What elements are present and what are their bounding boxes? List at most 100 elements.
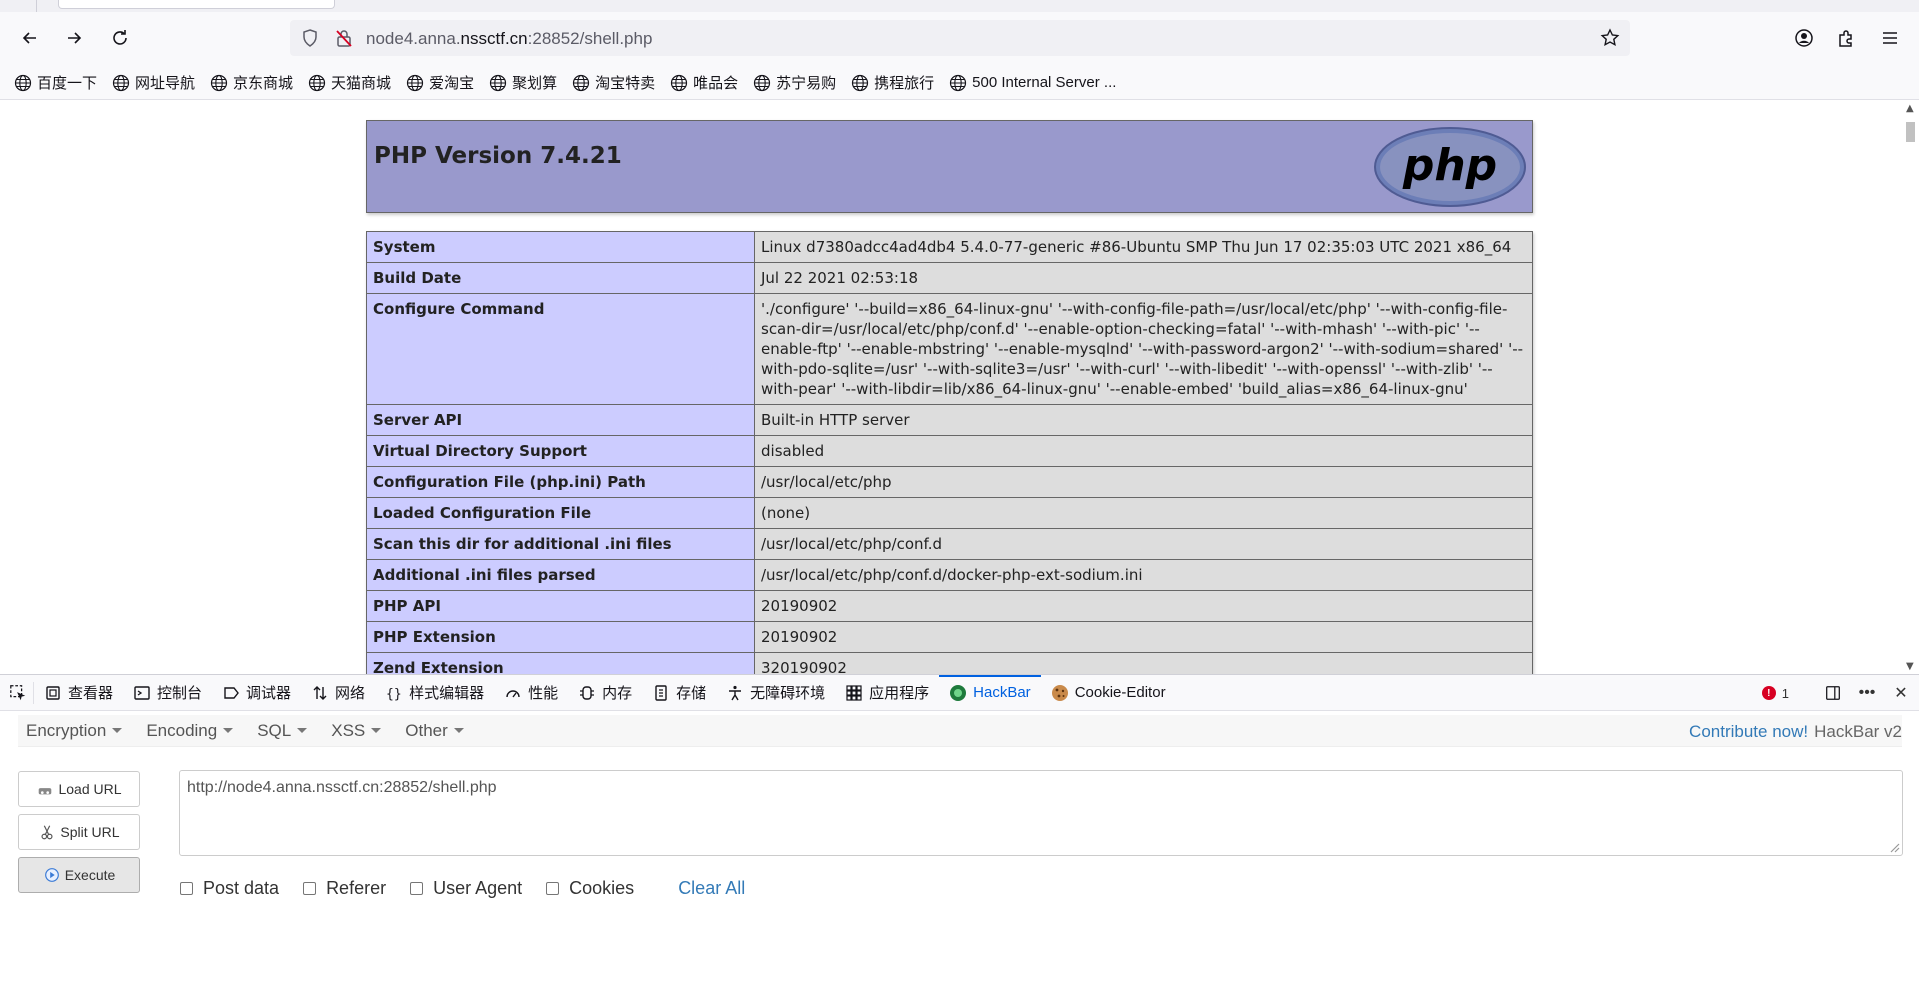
bookmark-item[interactable]: 500 Internal Server ... (949, 74, 1116, 92)
hackbar-menu-sql[interactable]: SQL (257, 721, 308, 741)
bookmark-item[interactable]: 唯品会 (670, 72, 738, 93)
phpinfo-row: Configure Command './configure' '--build=… (366, 293, 1533, 405)
bookmark-item[interactable]: 网址导航 (112, 72, 195, 93)
url-text[interactable]: node4.anna.nssctf.cn:28852/shell.php (366, 29, 652, 49)
hackbar-contribute: Contribute now! HackBar v2 (1689, 722, 1902, 742)
reload-icon (113, 30, 127, 45)
scroll-up-icon[interactable]: ▲ (1906, 103, 1914, 114)
bookmark-star-icon[interactable] (1600, 28, 1620, 48)
load-url-label: Load URL (58, 781, 122, 797)
active-tab[interactable] (58, 0, 335, 9)
globe-icon (489, 74, 507, 91)
split-url-label: Split URL (60, 824, 120, 840)
extensions-button[interactable] (1830, 22, 1862, 54)
checkbox[interactable] (546, 882, 560, 895)
phpinfo-value: Built-in HTTP server (754, 404, 1533, 436)
bookmark-item[interactable]: 天猫商城 (308, 72, 391, 93)
devtools-panel: 查看器 控制台 调试器 网络 {} 样式编辑器 性能 内存 存储 无障碍环境 应用程序 HackBar… (0, 674, 1919, 984)
checkbox[interactable] (303, 882, 317, 895)
devtools-tab-accessibility[interactable]: 无障碍环境 (716, 675, 835, 711)
phpinfo-row: Configuration File (php.ini) Path/usr/lo… (366, 466, 1533, 498)
bookmark-label: 京东商城 (233, 75, 294, 92)
devtools-tab-label: 调试器 (246, 685, 292, 702)
php-version-title: PHP Version 7.4.21 (374, 143, 622, 169)
phpinfo-row: System Linux d7380adcc4ad4db4 5.4.0-77-ge… (366, 231, 1533, 263)
phpinfo-row: Virtual Directory Support disabled (366, 435, 1533, 467)
address-bar[interactable]: node4.anna.nssctf.cn:28852/shell.php (290, 20, 1630, 56)
bookmark-item[interactable]: 携程旅行 (851, 72, 934, 93)
hackbar-menu-encoding[interactable]: Encoding (146, 721, 234, 741)
performance-icon (506, 689, 520, 697)
forward-button[interactable] (58, 22, 90, 54)
account-button[interactable] (1788, 22, 1820, 54)
load-url-button[interactable]: Load URL (18, 771, 140, 807)
more-options-icon[interactable]: ••• (1857, 683, 1877, 703)
app-menu-button[interactable] (1874, 22, 1906, 54)
devtools-tab-debugger[interactable]: 调试器 (212, 675, 301, 711)
phpinfo-row: Loaded Configuration File (none) (366, 497, 1533, 529)
bookmark-item[interactable]: 京东商城 (210, 72, 293, 93)
element-picker-button[interactable] (8, 681, 34, 704)
phpinfo-key: Loaded Configuration File (366, 497, 755, 529)
bookmark-item[interactable]: 百度一下 (14, 72, 97, 93)
reload-button[interactable] (104, 22, 136, 54)
devtools-tab-network[interactable]: 网络 (301, 675, 375, 711)
close-devtools-icon[interactable]: ✕ (1891, 683, 1911, 703)
clear-all-link[interactable]: Clear All (678, 878, 745, 899)
devtools-tab-console[interactable]: 控制台 (123, 675, 212, 711)
devtools-tab-label: HackBar (973, 684, 1031, 701)
devtools-tab-application[interactable]: 应用程序 (835, 675, 939, 711)
page-scrollbar[interactable]: ▲ ▼ (1902, 101, 1919, 674)
insecure-lock-icon[interactable] (334, 28, 354, 48)
bookmark-item[interactable]: 苏宁易购 (753, 72, 836, 93)
hackbar-url-textarea[interactable]: http://node4.anna.nssctf.cn:28852/shell.… (179, 770, 1903, 856)
error-counter[interactable]: ! 1 (1761, 686, 1789, 701)
back-arrow-icon (22, 32, 36, 44)
option-referer[interactable]: Referer (303, 878, 386, 899)
scroll-thumb[interactable] (1906, 122, 1915, 142)
devtools-tab-label: 内存 (602, 685, 633, 702)
hackbar-menu-xss[interactable]: XSS (331, 721, 382, 741)
option-cookies[interactable]: Cookies (546, 878, 634, 899)
responsive-design-icon[interactable] (1823, 683, 1843, 703)
checkbox[interactable] (180, 882, 193, 895)
checkbox[interactable] (410, 882, 424, 895)
php-logo[interactable]: php (1374, 127, 1526, 207)
contribute-link[interactable]: Contribute now! (1689, 722, 1808, 741)
phpinfo-row: Build Date Jul 22 2021 02:53:18 (366, 262, 1533, 294)
bookmark-item[interactable]: 聚划算 (489, 72, 557, 93)
devtools-toolbar: 查看器 控制台 调试器 网络 {} 样式编辑器 性能 内存 存储 无障碍环境 应用程序 HackBar… (0, 674, 1919, 711)
phpinfo-value: 20190902 (754, 621, 1533, 653)
devtools-tab-cookie[interactable]: Cookie-Editor (1041, 675, 1176, 711)
phpinfo-container: PHP Version 7.4.21 php System Linux d7380… (366, 120, 1533, 674)
phpinfo-value: /usr/local/etc/php (754, 466, 1533, 498)
devtools-tab-memory[interactable]: 内存 (568, 675, 642, 711)
devtools-tab-inspector[interactable]: 查看器 (34, 675, 123, 711)
play-icon (44, 868, 59, 882)
phpinfo-key: System (366, 231, 755, 263)
execute-button[interactable]: Execute (18, 857, 140, 893)
devtools-tab-hackbar[interactable]: HackBar (939, 674, 1041, 711)
bookmark-item[interactable]: 淘宝特卖 (572, 72, 655, 93)
hackbar-menu-other[interactable]: Other (405, 721, 464, 741)
option-post-data[interactable]: Post data (180, 878, 279, 899)
storage-icon (655, 684, 667, 701)
caret-down-icon (112, 728, 123, 733)
split-url-button[interactable]: Split URL (18, 814, 140, 850)
devtools-tab-label: Cookie-Editor (1074, 684, 1166, 701)
devtools-tab-performance[interactable]: 性能 (494, 675, 568, 711)
tracking-shield-icon[interactable] (300, 28, 320, 48)
option-label: Referer (326, 878, 387, 898)
back-button[interactable] (14, 22, 46, 54)
network-icon (313, 685, 327, 700)
devtools-tab-storage[interactable]: 存储 (642, 675, 716, 711)
hackbar-menu-encryption[interactable]: Encryption (26, 721, 123, 741)
devtools-tab-style-editor[interactable]: {} 样式编辑器 (375, 675, 494, 711)
phpinfo-row: Scan this dir for additional .ini files /… (366, 528, 1533, 560)
hackbar-url-value: http://node4.anna.nssctf.cn:28852/shell.… (187, 779, 497, 796)
phpinfo-key: Virtual Directory Support (366, 435, 755, 467)
resize-grip-icon[interactable] (1888, 841, 1900, 853)
option-user-agent[interactable]: User Agent (410, 878, 522, 899)
scroll-down-icon[interactable]: ▼ (1906, 661, 1914, 672)
bookmark-item[interactable]: 爱淘宝 (406, 72, 474, 93)
